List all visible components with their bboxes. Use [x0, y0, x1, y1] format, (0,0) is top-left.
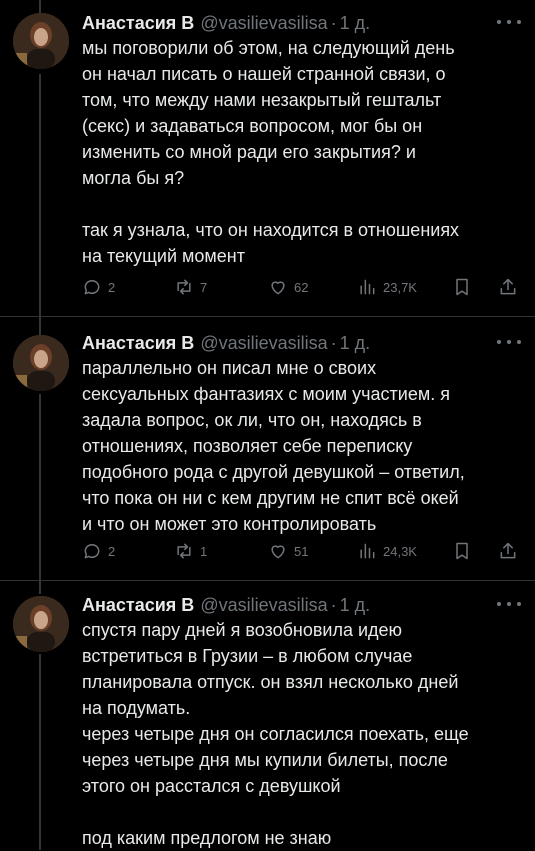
views-count: 23,7K — [383, 279, 417, 295]
text-line: на подумать. — [82, 698, 191, 718]
tweet[interactable]: Анастасия В @vasilievasilisa · 1 д. мы п… — [0, 11, 535, 316]
repost-button[interactable]: 7 — [174, 275, 207, 299]
text-line: отношениях, позволяет себе переписку — [82, 436, 413, 456]
text-line: через четыре дня мы купили билеты, после — [82, 750, 448, 770]
text-line: сексуальных фантазиях с моим участием. я — [82, 384, 450, 404]
timestamp[interactable]: 1 д. — [340, 333, 371, 354]
repost-count: 7 — [200, 279, 208, 295]
reply-icon — [84, 544, 100, 559]
text-line — [82, 799, 527, 825]
tweet-text: мы поговорили об этом, на следующий день… — [82, 35, 527, 269]
text-line: планировала отпуск. он взял несколько дн… — [82, 672, 459, 692]
text-line: встретиться в Грузии – в любом случае — [82, 646, 413, 666]
text-line: спустя пару дней я возобновила идею — [82, 620, 403, 640]
reply-icon — [84, 280, 100, 295]
bookmark-button[interactable] — [452, 275, 472, 299]
author-handle[interactable]: @vasilievasilisa — [200, 13, 327, 34]
views-count: 24,3K — [383, 543, 417, 559]
avatar[interactable] — [13, 335, 69, 391]
author-name[interactable]: Анастасия В — [82, 333, 194, 354]
action-bar: 2 7 62 23,7K — [82, 275, 523, 299]
tweet-text: спустя пару дней я возобновила идею встр… — [82, 617, 527, 851]
share-button[interactable] — [498, 275, 518, 299]
text-line: на текущий момент — [82, 246, 245, 266]
timestamp[interactable]: 1 д. — [340, 595, 371, 616]
divider — [0, 580, 535, 581]
views-icon — [360, 279, 375, 295]
share-button[interactable] — [498, 539, 518, 563]
text-line: через четыре дня он согласился поехать, … — [82, 724, 469, 744]
avatar[interactable] — [13, 596, 69, 652]
repost-icon — [177, 543, 191, 559]
like-icon — [271, 281, 285, 295]
text-line: что пока он ни с кем другим не спит всё … — [82, 488, 459, 508]
separator-dot: · — [330, 12, 337, 33]
text-line: под каким предлогом не знаю — [82, 828, 332, 848]
author-name[interactable]: Анастасия В — [82, 595, 194, 616]
share-icon — [500, 278, 516, 295]
text-line: изменить со мной ради его закрытия? и — [82, 142, 416, 162]
text-line: этого он расстался с девушкой — [82, 776, 341, 796]
views-button[interactable]: 24,3K — [357, 539, 417, 563]
text-line: (секс) и задаваться вопросом, мог бы он — [82, 116, 423, 136]
author-handle[interactable]: @vasilievasilisa — [200, 595, 327, 616]
bookmark-icon — [456, 542, 468, 560]
reply-count: 2 — [108, 279, 116, 295]
like-button[interactable]: 51 — [268, 539, 308, 563]
text-line: он начал писать о нашей странной связи, … — [82, 64, 446, 84]
like-count: 62 — [294, 279, 309, 295]
action-bar: 2 1 51 24,3K — [82, 539, 523, 563]
text-line: мы поговорили об этом, на следующий день — [82, 38, 455, 58]
text-line: могла бы я? — [82, 168, 185, 188]
text-line: параллельно он писал мне о своих — [82, 358, 377, 378]
text-line: задала вопрос, ок ли, что он, находясь в — [82, 410, 422, 430]
text-line: и что он может это контролировать — [82, 514, 377, 534]
separator-dot: · — [330, 332, 337, 353]
timestamp[interactable]: 1 д. — [340, 13, 371, 34]
repost-button[interactable]: 1 — [174, 539, 207, 563]
separator-dot: · — [330, 594, 337, 615]
bookmark-button[interactable] — [452, 539, 472, 563]
text-line: подобного рода с другой девушкой – ответ… — [82, 462, 465, 482]
tweet[interactable]: Анастасия В @vasilievasilisa · 1 д. пара… — [0, 331, 535, 583]
avatar[interactable] — [13, 13, 69, 69]
bookmark-icon — [456, 278, 468, 296]
tweet-text: параллельно он писал мне о своих сексуал… — [82, 355, 527, 537]
text-line: так я узнала, что он находится в отношен… — [82, 220, 460, 240]
like-button[interactable]: 62 — [268, 275, 308, 299]
reply-button[interactable]: 2 — [82, 275, 115, 299]
more-icon[interactable] — [497, 596, 521, 612]
views-button[interactable]: 23,7K — [357, 275, 417, 299]
reply-button[interactable]: 2 — [82, 539, 115, 563]
divider — [0, 316, 535, 317]
text-line — [82, 191, 527, 217]
more-icon[interactable] — [497, 14, 521, 30]
tweet-header: Анастасия В @vasilievasilisa · 1 д. — [82, 593, 515, 617]
repost-icon — [177, 279, 191, 295]
repost-count: 1 — [200, 543, 208, 559]
more-icon[interactable] — [497, 334, 521, 350]
like-count: 51 — [294, 543, 309, 559]
reply-count: 2 — [108, 543, 116, 559]
tweet-header: Анастасия В @vasilievasilisa · 1 д. — [82, 331, 515, 355]
author-handle[interactable]: @vasilievasilisa — [200, 333, 327, 354]
tweet[interactable]: Анастасия В @vasilievasilisa · 1 д. спус… — [0, 593, 535, 850]
like-icon — [271, 545, 285, 559]
tweet-header: Анастасия В @vasilievasilisa · 1 д. — [82, 11, 515, 35]
text-line: том, что между нами незакрытый гештальт — [82, 90, 442, 110]
author-name[interactable]: Анастасия В — [82, 13, 194, 34]
views-icon — [360, 543, 375, 559]
share-icon — [500, 542, 516, 559]
